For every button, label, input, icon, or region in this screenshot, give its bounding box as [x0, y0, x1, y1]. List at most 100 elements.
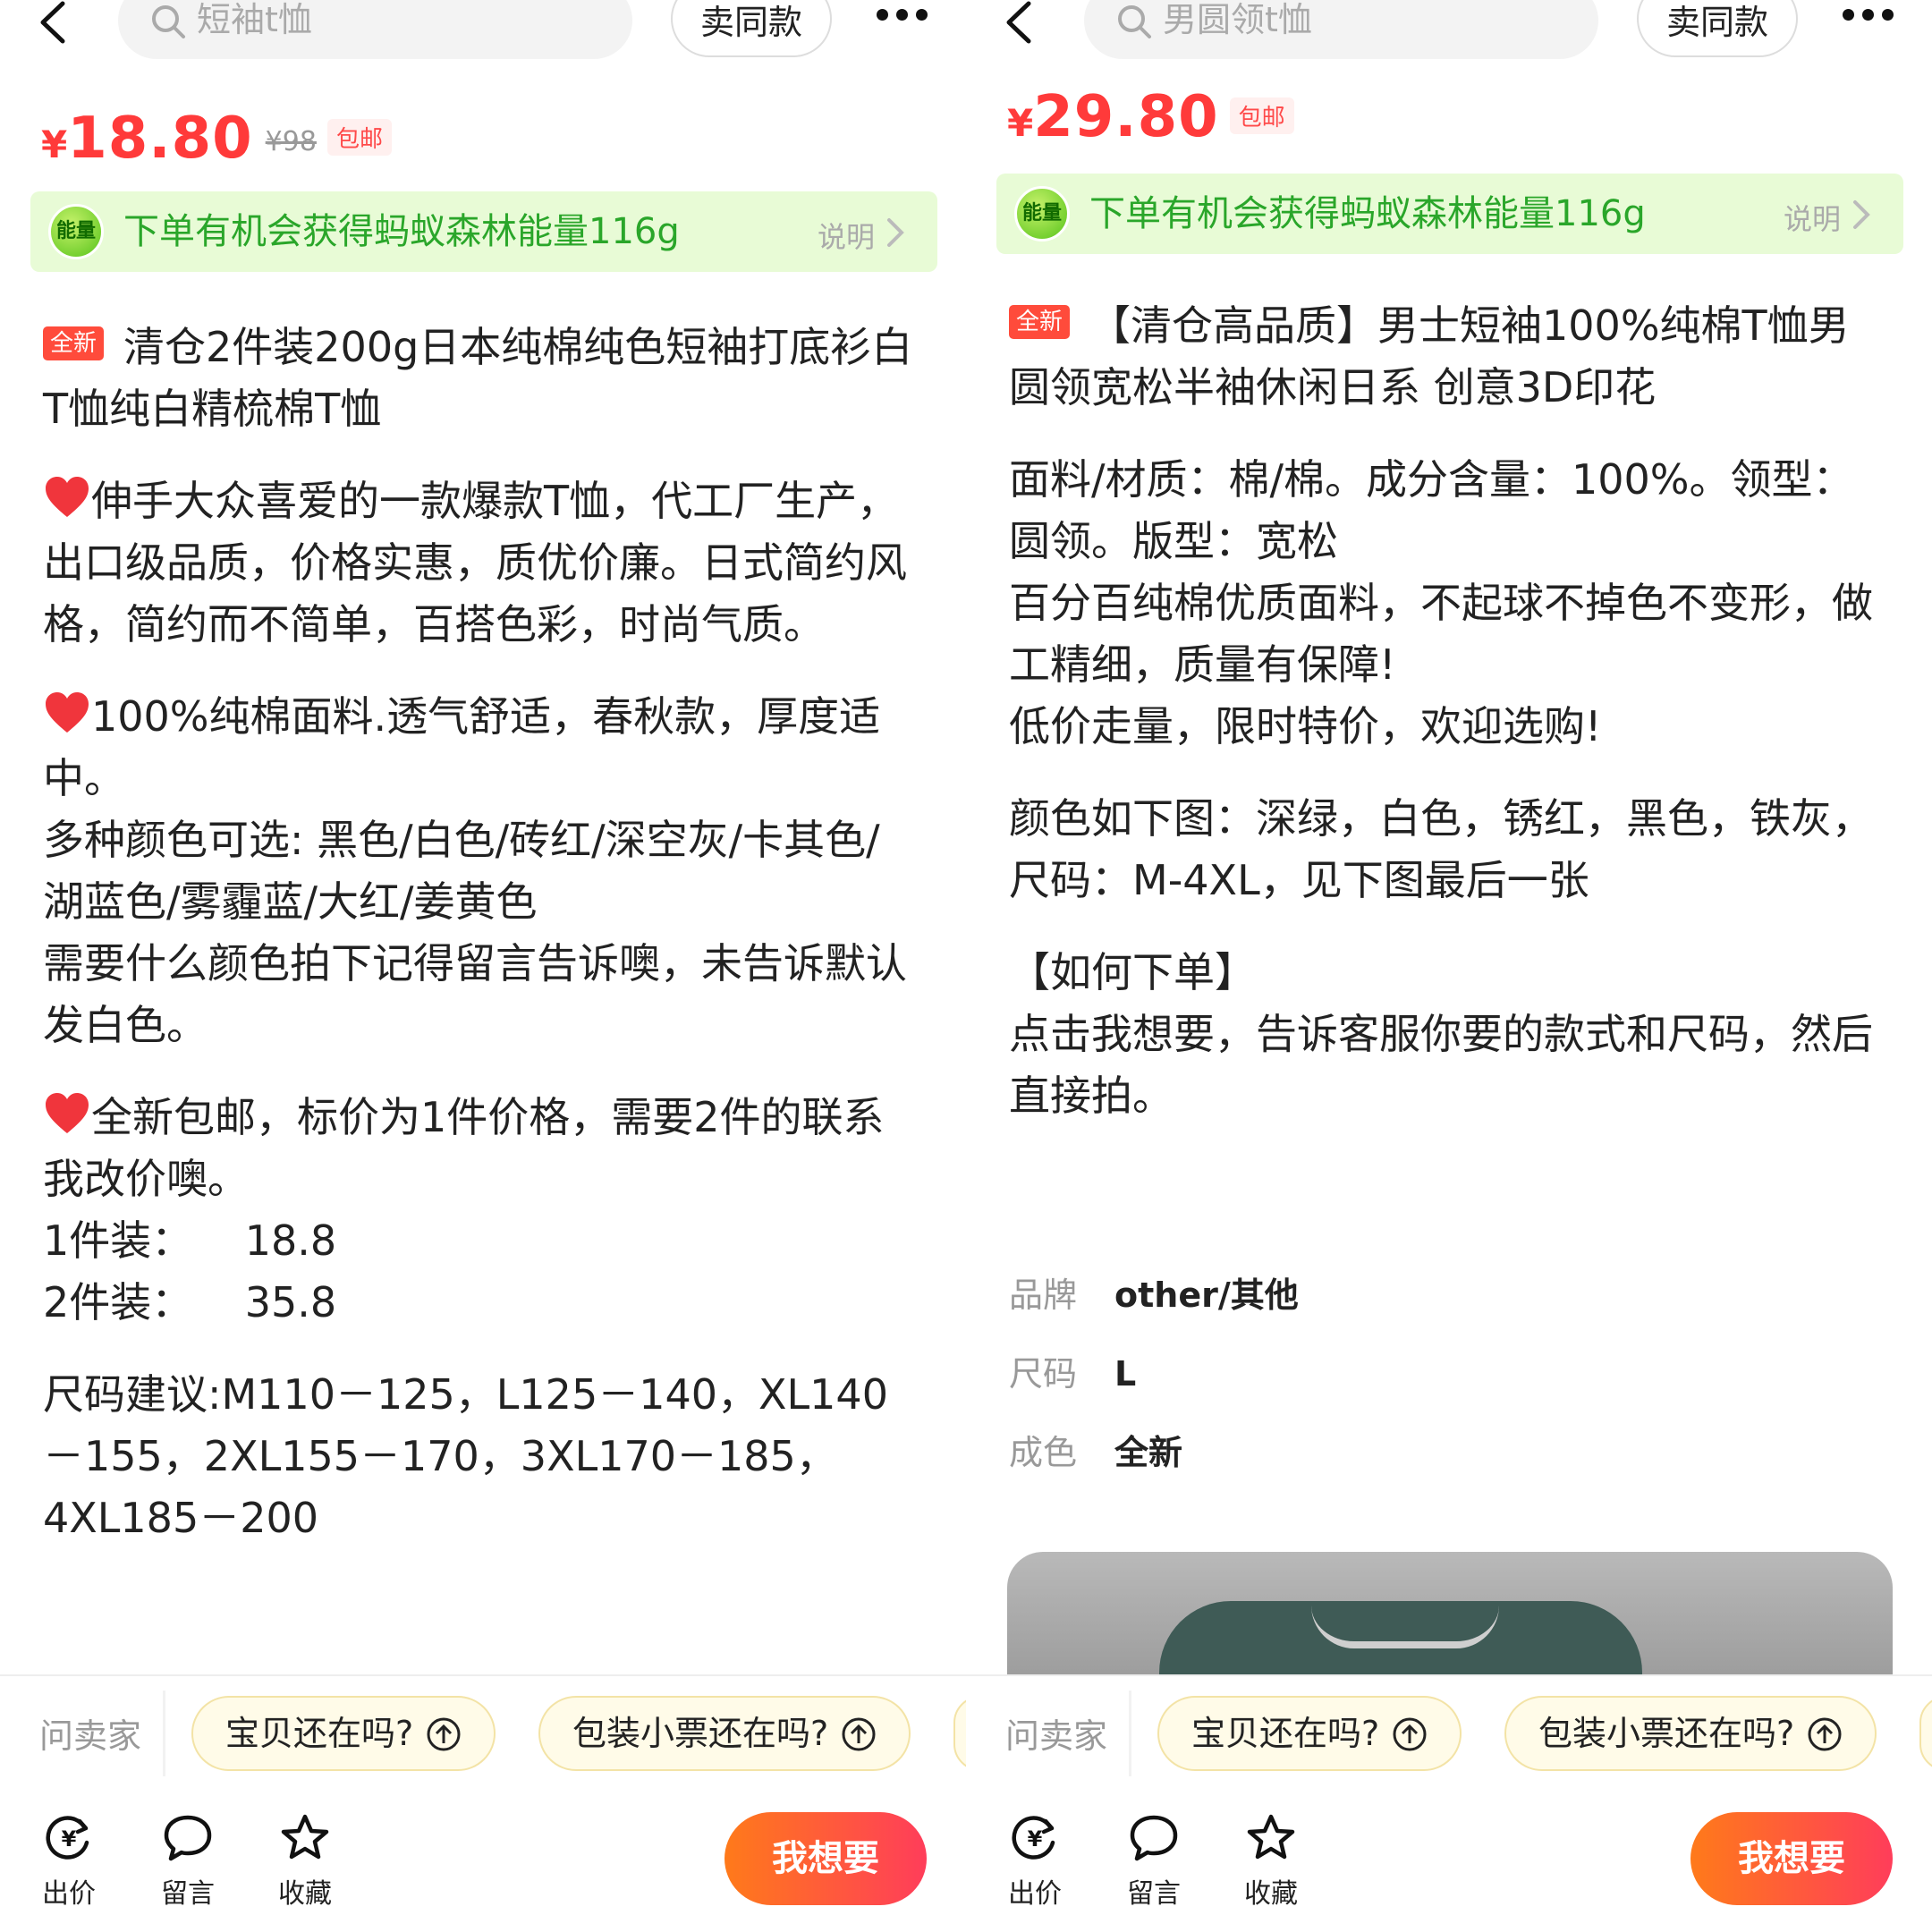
title-text: 【清仓高品质】男士短袖100%纯棉T恤男圆领宽松半袖休闲日系 创意3D印花: [1009, 301, 1850, 411]
price-currency: ¥: [1007, 101, 1034, 145]
bottom-action-bar: ¥ 出价 留言 收藏 我想要: [0, 1791, 966, 1932]
comment-label: 留言: [1127, 1878, 1181, 1910]
search-input[interactable]: 男圆领t恤: [1084, 0, 1598, 59]
desc-text: 需要什么颜色拍下记得留言告诉噢，未告诉默认发白色。: [43, 939, 907, 1049]
comment-button[interactable]: 留言: [143, 1812, 233, 1911]
desc-text: 100%纯棉面料.透气舒适，春秋款，厚度适中。: [43, 692, 881, 802]
spec-list: 品牌 other/其他 尺码 L 成色 全新: [1009, 1256, 1299, 1492]
heart-icon: [46, 692, 89, 733]
energy-banner[interactable]: 能量 下单有机会获得蚂蚁森林能量116g 说明: [30, 191, 937, 272]
desc-text: 多种颜色可选: 黑色/白色/砖红/深空灰/卡其色/湖蓝色/雾霾蓝/大红/姜黄色: [43, 816, 880, 926]
top-bar: 短袖t恤 卖同款: [0, 0, 966, 64]
collar-detail: [1311, 1606, 1499, 1648]
desc-text: 1件装： 18.8: [43, 1216, 337, 1265]
bottom-action-bar: ¥ 出价 留言 收藏 我想要: [966, 1791, 1932, 1932]
desc-text: 颜色如下图：深绿，白色，锈红，黑色，铁灰，: [1009, 794, 1873, 843]
energy-explain-link[interactable]: 说明: [818, 215, 875, 256]
spec-label: 尺码: [1009, 1354, 1078, 1394]
chat-bubble-icon: [1130, 1815, 1178, 1861]
back-chevron-icon[interactable]: [1002, 0, 1038, 45]
heart-icon: [46, 1093, 89, 1133]
energy-badge-icon: 能量: [1014, 186, 1070, 242]
price-value: 29.80: [1033, 84, 1219, 150]
chip-label: 包装小票还在吗?: [1538, 1714, 1795, 1753]
chip-label: 宝贝还在吗?: [1191, 1714, 1380, 1753]
desc-paragraph: 全新包邮，标价为1件价格，需要2件的联系我改价噢。: [43, 1087, 919, 1210]
yuan-cycle-icon: ¥: [1012, 1816, 1055, 1860]
yuan-cycle-icon: ¥: [46, 1816, 89, 1860]
want-button[interactable]: 我想要: [1690, 1812, 1893, 1905]
comment-button[interactable]: 留言: [1109, 1812, 1199, 1911]
energy-explain-link[interactable]: 说明: [1784, 197, 1841, 238]
arrow-up-circle-icon: [1393, 1717, 1427, 1751]
search-placeholder: 男圆领t恤: [1163, 0, 1312, 39]
new-tag: 全新: [43, 326, 105, 360]
search-input[interactable]: 短袖t恤: [118, 0, 632, 59]
desc-text: 2件装： 35.8: [43, 1278, 337, 1326]
quick-question-chip[interactable]: 宝贝还在吗?: [1157, 1696, 1462, 1771]
sell-same-button[interactable]: 卖同款: [1637, 0, 1798, 57]
offer-label: 出价: [42, 1878, 96, 1910]
offer-button[interactable]: ¥ 出价: [990, 1812, 1080, 1911]
size-advice: 尺码建议:M110－125，L125－140，XL140－155，2XL155－…: [43, 1370, 888, 1542]
quick-question-chip-partial[interactable]: [953, 1696, 966, 1771]
arrow-up-circle-icon: [1808, 1717, 1842, 1751]
spec-value: L: [1114, 1354, 1137, 1394]
price: ¥18.80: [41, 106, 253, 172]
more-dots-icon[interactable]: [877, 7, 939, 34]
desc-paragraph: 100%纯棉面料.透气舒适，春秋款，厚度适中。: [43, 686, 919, 809]
top-bar: 男圆领t恤 卖同款: [966, 0, 1932, 64]
quick-question-chip[interactable]: 宝贝还在吗?: [191, 1696, 496, 1771]
desc-text: 伸手大众喜爱的一款爆款T恤，代工厂生产，出口级品质，价格实惠，质优价廉。日式简约…: [43, 477, 907, 648]
spec-value: 全新: [1114, 1433, 1183, 1472]
listing-title: 全新 清仓2件装200g日本纯棉纯色短袖打底衫白T恤纯白精梳棉T恤: [43, 317, 919, 440]
spec-row-brand: 品牌 other/其他: [1009, 1256, 1299, 1335]
favorite-label: 收藏: [278, 1878, 332, 1910]
quick-question-chip[interactable]: 包装小票还在吗?: [538, 1696, 911, 1771]
quick-question-chip-partial[interactable]: [1919, 1696, 1932, 1771]
comment-label: 留言: [161, 1878, 215, 1910]
chip-label: 宝贝还在吗?: [225, 1714, 414, 1753]
new-tag: 全新: [1009, 305, 1071, 339]
favorite-button[interactable]: 收藏: [1226, 1812, 1316, 1911]
listing-panel-right: 男圆领t恤 卖同款 ¥29.80 包邮 能量 下单有机会获得蚂蚁森林能量116g …: [966, 0, 1932, 1932]
desc-text: 全新包邮，标价为1件价格，需要2件的联系我改价噢。: [43, 1093, 885, 1203]
svg-text:¥: ¥: [62, 1826, 77, 1852]
arrow-up-circle-icon: [427, 1717, 461, 1751]
energy-banner[interactable]: 能量 下单有机会获得蚂蚁森林能量116g 说明: [996, 174, 1903, 254]
energy-badge-icon: 能量: [48, 204, 104, 259]
listing-panel-left: 短袖t恤 卖同款 ¥18.80 ¥98 包邮 能量 下单有机会获得蚂蚁森林能量116…: [0, 0, 966, 1932]
ask-seller-bar: 问卖家 宝贝还在吗? 包装小票还在吗?: [0, 1674, 966, 1792]
ask-seller-bar: 问卖家 宝贝还在吗? 包装小票还在吗?: [966, 1674, 1932, 1792]
want-button[interactable]: 我想要: [724, 1812, 927, 1905]
desc-text: 百分百纯棉优质面料，不起球不掉色不变形，做工精细，质量有保障!: [1009, 579, 1873, 689]
quick-question-chip[interactable]: 包装小票还在吗?: [1504, 1696, 1877, 1771]
divider: [163, 1690, 165, 1776]
desc-text: 【如何下单】: [1009, 948, 1256, 996]
divider: [1129, 1690, 1131, 1776]
spec-row-size: 尺码 L: [1009, 1335, 1299, 1413]
favorite-button[interactable]: 收藏: [260, 1812, 350, 1911]
offer-button[interactable]: ¥ 出价: [24, 1812, 114, 1911]
product-photo[interactable]: [1007, 1552, 1893, 1677]
chevron-right-icon: [1853, 200, 1870, 229]
price: ¥29.80: [1007, 84, 1219, 150]
sell-same-button[interactable]: 卖同款: [671, 0, 832, 57]
original-price: ¥98: [265, 126, 317, 157]
svg-text:¥: ¥: [1028, 1826, 1043, 1852]
favorite-label: 收藏: [1244, 1878, 1298, 1910]
chevron-right-icon: [887, 218, 904, 247]
heart-icon: [46, 477, 89, 517]
energy-text: 下单有机会获得蚂蚁森林能量116g: [123, 211, 680, 252]
price-currency: ¥: [41, 123, 68, 166]
description: 全新 清仓2件装200g日本纯棉纯色短袖打底衫白T恤纯白精梳棉T恤 伸手大众喜爱的…: [43, 317, 919, 1549]
shipping-badge: 包邮: [326, 119, 392, 156]
more-dots-icon[interactable]: [1843, 7, 1905, 34]
back-chevron-icon[interactable]: [36, 0, 72, 45]
spec-label: 成色: [1009, 1433, 1078, 1472]
title-text: 清仓2件装200g日本纯棉纯色短袖打底衫白T恤纯白精梳棉T恤: [43, 323, 913, 433]
price-row: ¥18.80 ¥98 包邮: [41, 106, 392, 186]
desc-text: 面料/材质：棉/棉。成分含量：100%。领型：圆领。版型：宽松: [1009, 455, 1854, 565]
description: 全新 【清仓高品质】男士短袖100%纯棉T恤男圆领宽松半袖休闲日系 创意3D印花 …: [1009, 295, 1885, 1127]
star-icon: [1247, 1814, 1295, 1860]
